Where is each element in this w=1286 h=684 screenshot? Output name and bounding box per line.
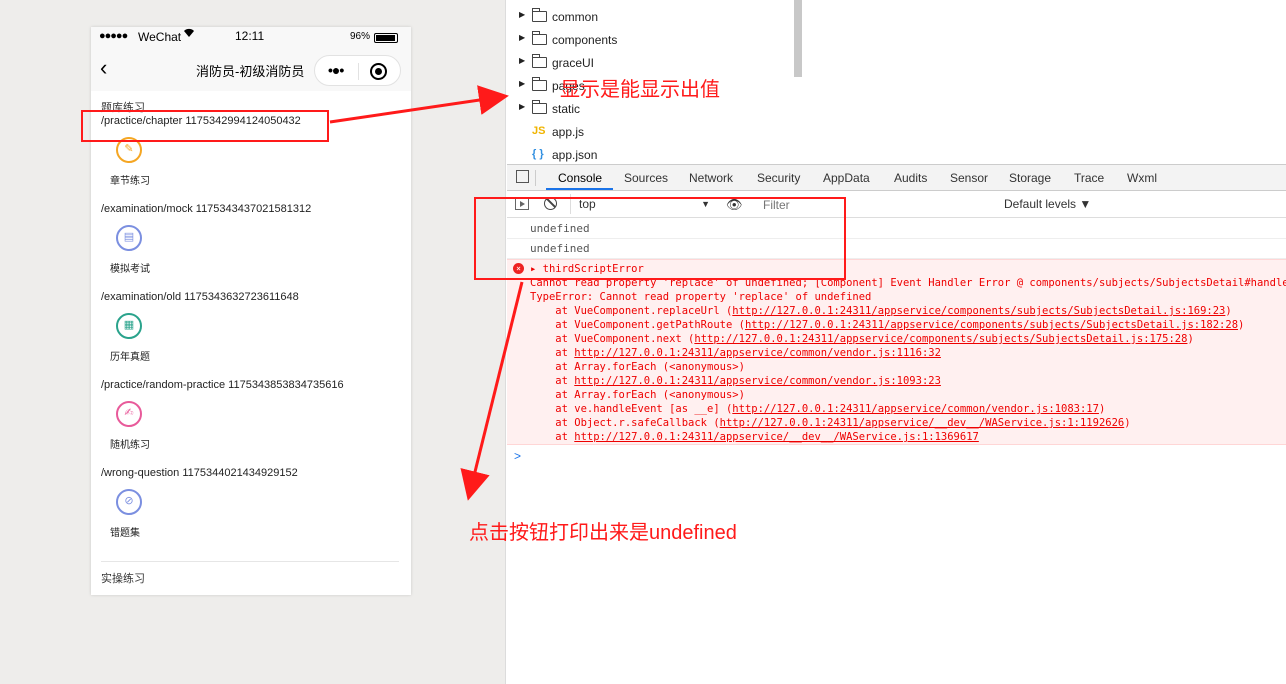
- folder-icon: [532, 54, 547, 68]
- capsule-divider: [358, 63, 359, 80]
- item-glyph: ✍: [124, 407, 134, 419]
- more-icon[interactable]: •●•: [328, 62, 344, 78]
- chevron-right-icon[interactable]: ▶: [519, 102, 525, 111]
- practice-item-icon[interactable]: ✍: [116, 401, 142, 427]
- item-glyph: ⊘: [124, 495, 134, 507]
- stack-link[interactable]: http://127.0.0.1:24311/appservice/common…: [732, 403, 1099, 415]
- annotation-top-note: 显示是能显示出值: [560, 79, 720, 101]
- stack-link[interactable]: http://127.0.0.1:24311/appservice/common…: [574, 347, 941, 359]
- stack-link[interactable]: http://127.0.0.1:24311/appservice/common…: [574, 375, 941, 387]
- tree-item-label: static: [552, 102, 581, 116]
- error-stack-line: TypeError: Cannot read property 'replace…: [530, 291, 872, 303]
- chevron-right-icon[interactable]: ▶: [519, 33, 525, 42]
- error-stack-line: at VueComponent.next (http://127.0.0.1:2…: [530, 333, 1194, 345]
- item-path-text: /practice/random-practice 11753438538347…: [101, 379, 344, 391]
- practice-item-label[interactable]: 章节练习: [110, 172, 150, 187]
- item-glyph: ▤: [123, 231, 135, 243]
- screenshot-root: ●●●●● WeChat 12:11 96% ‹ 消防员-初级消防员 •●• 题…: [0, 0, 1286, 684]
- capsule-menu: •●•: [314, 55, 401, 86]
- close-miniprogram-icon[interactable]: [370, 63, 387, 80]
- tree-item-label: app.json: [552, 148, 598, 162]
- nav-bar: ‹ 消防员-初级消防员 •●•: [91, 47, 411, 91]
- tab-storage[interactable]: Storage: [1009, 171, 1051, 185]
- battery-percent: 96%: [350, 31, 371, 42]
- error-stack-line: at VueComponent.replaceUrl (http://127.0…: [530, 305, 1232, 317]
- tree-item-label: graceUI: [552, 56, 595, 70]
- status-time: 12:11: [235, 29, 265, 43]
- practice-item-icon[interactable]: ▤: [116, 225, 142, 251]
- tree-item[interactable]: ▶ graceUI: [507, 53, 793, 75]
- practice-item-icon[interactable]: ⊘: [116, 489, 142, 515]
- active-tab-indicator: [546, 188, 613, 190]
- log-levels-dropdown[interactable]: Default levels ▼: [1004, 197, 1091, 211]
- error-stack-line: at http://127.0.0.1:24311/appservice/com…: [530, 375, 941, 387]
- tab-appdata[interactable]: AppData: [823, 171, 870, 185]
- tab-audits[interactable]: Audits: [894, 171, 927, 185]
- stack-link[interactable]: http://127.0.0.1:24311/appservice/compon…: [732, 305, 1225, 317]
- error-stack-line: at ve.handleEvent [as __e] (http://127.0…: [530, 403, 1106, 415]
- practice-item-label[interactable]: 历年真题: [110, 348, 150, 363]
- stack-link[interactable]: http://127.0.0.1:24311/appservice/compon…: [694, 333, 1187, 345]
- battery-icon: [374, 33, 398, 43]
- item-path-text: /examination/old 1175343632723611648: [101, 291, 299, 303]
- error-stack-line: at VueComponent.getPathRoute (http://127…: [530, 319, 1245, 331]
- tab-security[interactable]: Security: [757, 171, 800, 185]
- tree-item-label: app.js: [552, 125, 585, 139]
- error-stack-line: at http://127.0.0.1:24311/appservice/__d…: [530, 431, 979, 443]
- chevron-right-icon[interactable]: ▶: [519, 79, 525, 88]
- error-stack-line: at Array.forEach (<anonymous>): [530, 361, 745, 373]
- tree-item[interactable]: ▶ components: [507, 30, 793, 52]
- highlight-box-console: [474, 197, 846, 280]
- tab-console[interactable]: Console: [558, 171, 602, 185]
- tab-network[interactable]: Network: [689, 171, 733, 185]
- practice-item-label[interactable]: 随机练习: [110, 436, 150, 451]
- page-title: 消防员-初级消防员: [196, 64, 305, 79]
- carrier-label: WeChat: [138, 30, 182, 44]
- inspect-icon[interactable]: [516, 170, 529, 183]
- stack-link[interactable]: http://127.0.0.1:24311/appservice/compon…: [745, 319, 1238, 331]
- annotation-bottom-note: 点击按钮打印出来是undefined: [469, 522, 737, 544]
- file-tree-scrollbar[interactable]: [794, 0, 802, 77]
- console-error: × ▸ thirdScriptError Cannot read propert…: [507, 259, 1286, 445]
- tab-trace[interactable]: Trace: [1074, 171, 1104, 185]
- divider: [101, 561, 399, 562]
- tab-sources[interactable]: Sources: [624, 171, 668, 185]
- error-stack-line: at Array.forEach (<anonymous>): [530, 389, 745, 401]
- practice-item-label[interactable]: 错题集: [110, 524, 140, 539]
- highlight-box-path: [81, 110, 329, 142]
- js-file-icon: JS: [532, 125, 546, 137]
- wifi-icon: [183, 28, 195, 41]
- devtools-tabbar: Console Sources Network Security AppData Audi…: [507, 164, 1286, 191]
- practice-item-icon[interactable]: ▦: [116, 313, 142, 339]
- stack-link[interactable]: http://127.0.0.1:24311/appservice/__dev_…: [574, 431, 979, 443]
- folder-icon: [532, 77, 547, 91]
- item-path-text: /wrong-question 1175344021434929152: [101, 467, 298, 479]
- tree-item-label: common: [552, 10, 599, 24]
- json-file-icon: { }: [532, 148, 544, 160]
- tree-item-label: components: [552, 33, 618, 47]
- error-stack-line: at Object.r.safeCallback (http://127.0.0…: [530, 417, 1131, 429]
- error-stack-line: at http://127.0.0.1:24311/appservice/com…: [530, 347, 941, 359]
- tab-divider: [535, 170, 536, 186]
- tree-item[interactable]: ▶ static: [507, 99, 793, 121]
- folder-icon: [532, 31, 547, 45]
- item-glyph: ▦: [123, 319, 135, 331]
- console-prompt[interactable]: >: [514, 449, 521, 463]
- tree-item[interactable]: ▶ common: [507, 7, 793, 29]
- tab-sensor[interactable]: Sensor: [950, 171, 988, 185]
- practice-item-label[interactable]: 模拟考试: [110, 260, 150, 275]
- folder-icon: [532, 8, 547, 22]
- folder-icon: [532, 100, 547, 114]
- chevron-right-icon[interactable]: ▶: [519, 56, 525, 65]
- signal-icon: ●●●●●: [99, 30, 128, 42]
- tab-wxml[interactable]: Wxml: [1127, 171, 1157, 185]
- stack-link[interactable]: http://127.0.0.1:24311/appservice/__dev_…: [720, 417, 1125, 429]
- chevron-right-icon[interactable]: ▶: [519, 10, 525, 19]
- section-title-operation: 实操练习: [101, 573, 145, 585]
- status-bar: ●●●●● WeChat 12:11 96%: [91, 27, 411, 47]
- item-glyph: ✎: [124, 143, 134, 155]
- tree-item[interactable]: JS app.js: [507, 122, 793, 144]
- back-icon[interactable]: ‹: [100, 57, 107, 79]
- item-path-text: /examination/mock 1175343437021581312: [101, 203, 312, 215]
